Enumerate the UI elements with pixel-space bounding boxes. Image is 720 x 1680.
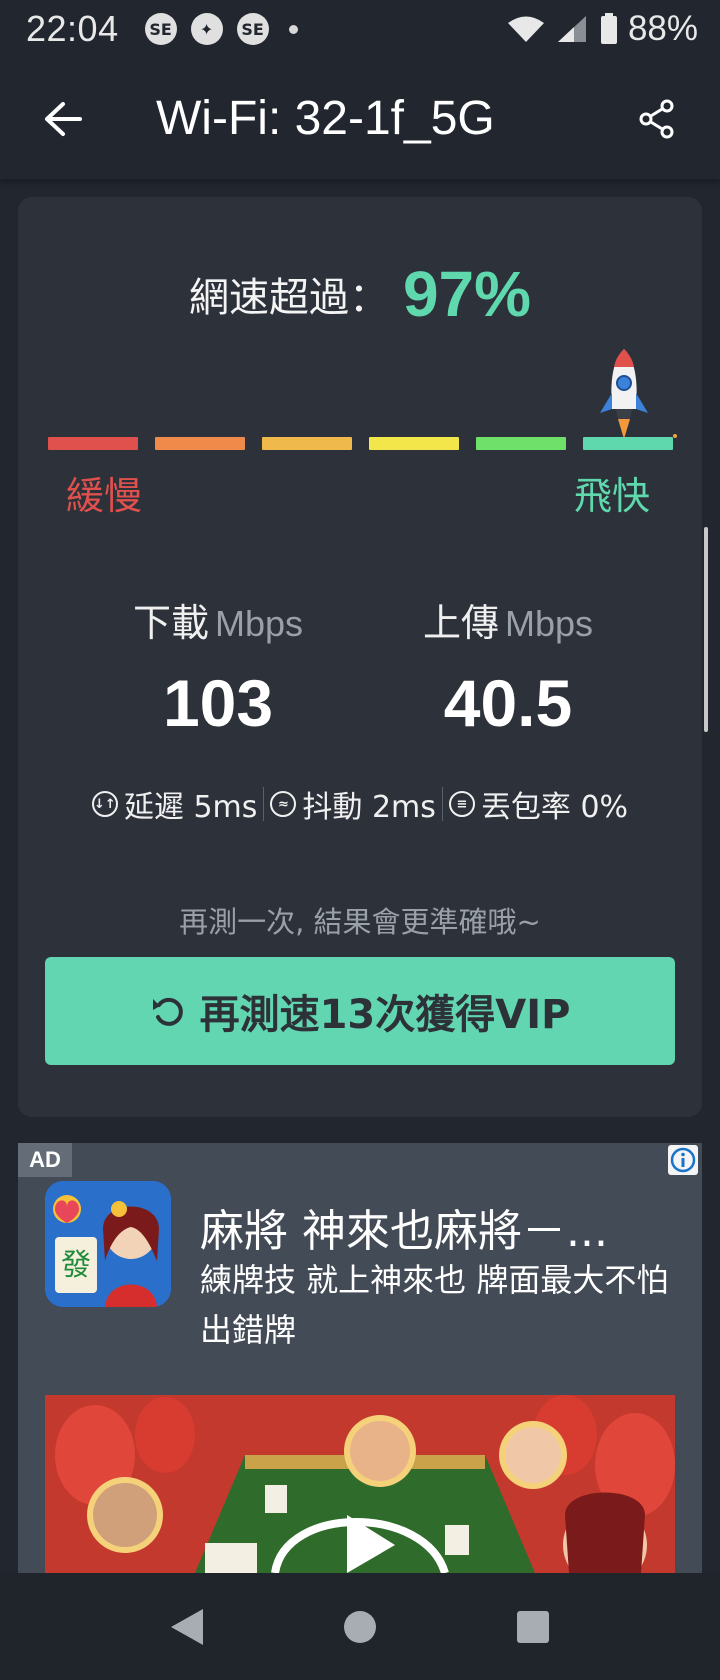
download-value: 103 xyxy=(162,666,274,740)
share-icon xyxy=(639,99,674,138)
jitter-text: 抖動 2ms xyxy=(302,790,436,825)
percentile-value: 97% xyxy=(402,258,532,330)
ad-icon-text: 發 xyxy=(61,1248,91,1283)
download-metric: 下載 Mbps 103 xyxy=(68,592,368,741)
scale-slow-label: 緩慢 xyxy=(66,474,143,518)
latency-item: ↓↑ 延遲 5ms xyxy=(86,782,263,826)
wifi-icon xyxy=(507,16,544,42)
signal-icon xyxy=(557,16,586,42)
back-button[interactable] xyxy=(28,84,98,154)
retest-button[interactable]: 再測速13次獲得VIP xyxy=(45,957,675,1065)
notification-dot-icon xyxy=(288,24,298,34)
status-right: 88% xyxy=(506,9,698,49)
download-label: 下載 xyxy=(132,601,209,645)
info-icon xyxy=(670,1147,696,1173)
refresh-icon xyxy=(150,993,186,1029)
square-recents-icon xyxy=(517,1610,550,1643)
jitter-item: ≈ 抖動 2ms xyxy=(264,782,441,826)
upload-value: 40.5 xyxy=(443,666,573,740)
download-unit: Mbps xyxy=(214,603,304,644)
nav-recents-button[interactable] xyxy=(503,1597,563,1657)
circle-home-icon xyxy=(343,1610,376,1643)
upload-label: 上傳 xyxy=(422,601,499,645)
navigation-bar xyxy=(0,1573,720,1680)
speed-scale-segment xyxy=(155,437,245,450)
speed-scale-segment xyxy=(369,437,459,450)
nav-back-button[interactable] xyxy=(157,1597,217,1657)
battery-percent: 88% xyxy=(627,9,698,48)
packet-loss-item: ≡ 丟包率 0% xyxy=(443,782,634,826)
notification-icons: SE ✦ SE xyxy=(144,13,298,45)
retest-hint: 再測一次, 結果會更準確哦~ xyxy=(179,905,541,939)
ad-title: 麻將 神來也麻將－... xyxy=(200,1206,608,1257)
upload-unit: Mbps xyxy=(504,603,594,644)
ad-description: 練牌技 就上神來也 牌面最大不怕出錯牌 xyxy=(200,1261,669,1349)
nav-home-button[interactable] xyxy=(330,1597,390,1657)
notification-icon: SE xyxy=(236,13,269,45)
retest-button-label: 再測速13次獲得VIP xyxy=(199,992,571,1038)
page-title: Wi-Fi: 32-1f_5G xyxy=(156,92,495,145)
ad-info-button[interactable] xyxy=(668,1145,698,1175)
status-time: 22:04 xyxy=(26,8,119,49)
ad-banner[interactable]: AD 發 麻將 神來也麻將－... 練牌技 就上神來也 牌面最大不怕出錯牌 xyxy=(18,1143,702,1573)
latency-text: 延遲 5ms xyxy=(123,790,258,825)
speed-scale-segment xyxy=(583,437,673,450)
app-bar: Wi-Fi: 32-1f_5G xyxy=(0,58,720,180)
speed-scale-segment xyxy=(476,437,566,450)
ad-video-preview[interactable] xyxy=(45,1395,675,1573)
percentile-label: 網速超過： xyxy=(188,275,389,321)
triangle-back-icon xyxy=(170,1608,203,1645)
speed-scale-marker xyxy=(673,434,677,438)
speed-scale-bar xyxy=(48,437,673,450)
ad-badge: AD xyxy=(18,1143,72,1177)
scrollbar[interactable] xyxy=(704,527,708,732)
packet-loss-icon: ≡ xyxy=(448,791,475,817)
speed-scale-segment xyxy=(262,437,352,450)
upload-metric: 上傳 Mbps 40.5 xyxy=(358,592,658,741)
battery-icon xyxy=(600,13,617,44)
percentile-line: 網速超過： 97% xyxy=(18,257,702,331)
packet-loss-text: 丟包率 0% xyxy=(480,790,629,825)
status-bar: 22:04 SE ✦ SE 88% xyxy=(0,0,720,58)
notification-icon: SE xyxy=(144,13,177,45)
scale-fast-label: 飛快 xyxy=(573,474,650,518)
speed-scale-segment xyxy=(48,437,138,450)
speed-result-card: 網速超過： 97% 緩慢 飛快 下載 Mbps 103 上傳 Mbps 40.5 ↓↑ xyxy=(18,197,702,1117)
back-arrow-icon xyxy=(45,101,82,136)
share-button[interactable] xyxy=(622,84,692,154)
ad-app-icon[interactable]: 發 xyxy=(45,1181,171,1307)
notification-icon: ✦ xyxy=(190,13,223,45)
jitter-icon: ≈ xyxy=(270,791,297,817)
latency-icon: ↓↑ xyxy=(91,791,118,817)
rocket-icon xyxy=(600,349,648,439)
connection-quality-row: ↓↑ 延遲 5ms ≈ 抖動 2ms ≡ 丟包率 0% xyxy=(18,782,702,826)
